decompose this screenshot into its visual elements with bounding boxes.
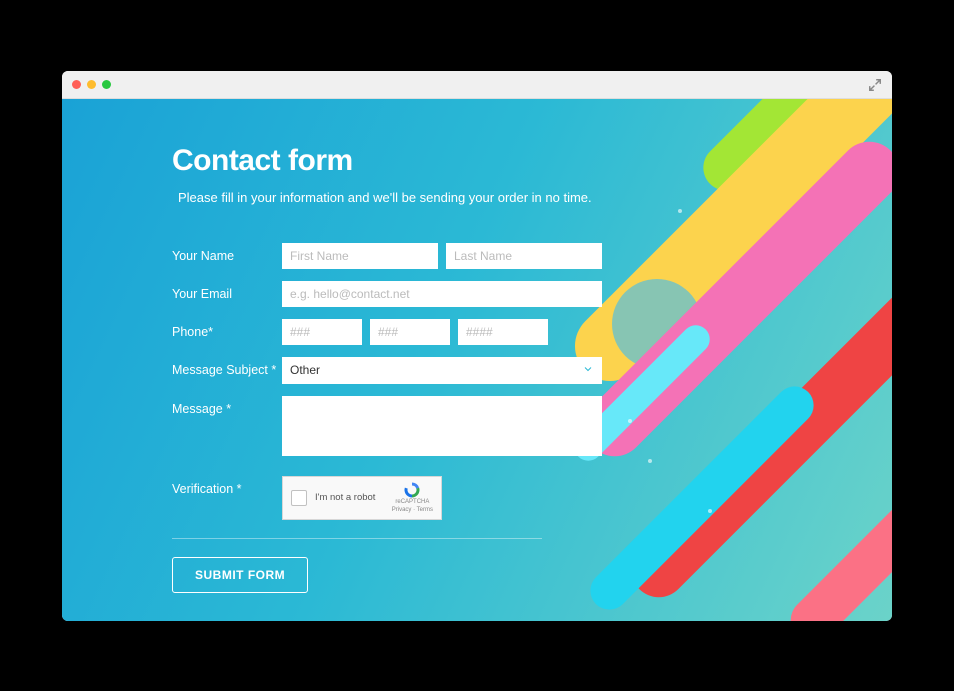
row-email: Your Email <box>172 281 602 307</box>
divider <box>172 538 542 539</box>
row-verification: Verification * I'm not a robot reCAPTCHA… <box>172 476 602 520</box>
verification-label: Verification * <box>172 476 282 496</box>
name-label: Your Name <box>172 243 282 263</box>
last-name-field[interactable] <box>446 243 602 269</box>
email-field[interactable] <box>282 281 602 307</box>
contact-form: Contact form Please fill in your informa… <box>172 144 602 593</box>
page-title: Contact form <box>172 144 602 178</box>
maximize-icon[interactable] <box>102 80 111 89</box>
subject-select[interactable]: Other <box>282 357 602 384</box>
row-subject: Message Subject * Other <box>172 357 602 384</box>
chevron-down-icon <box>582 363 594 378</box>
phone-prefix-field[interactable] <box>370 319 450 345</box>
row-phone: Phone* <box>172 319 602 345</box>
recaptcha-checkbox[interactable] <box>291 490 307 506</box>
row-name: Your Name <box>172 243 602 269</box>
subject-label: Message Subject * <box>172 357 282 377</box>
page-subtitle: Please fill in your information and we'l… <box>172 190 602 205</box>
browser-window: Contact form Please fill in your informa… <box>62 71 892 621</box>
submit-button[interactable]: SUBMIT FORM <box>172 557 308 593</box>
email-label: Your Email <box>172 281 282 301</box>
minimize-icon[interactable] <box>87 80 96 89</box>
message-label: Message * <box>172 396 282 416</box>
close-icon[interactable] <box>72 80 81 89</box>
expand-icon[interactable] <box>868 78 882 92</box>
recaptcha-widget[interactable]: I'm not a robot reCAPTCHA Privacy · Term… <box>282 476 442 520</box>
first-name-field[interactable] <box>282 243 438 269</box>
window-titlebar <box>62 71 892 99</box>
phone-line-field[interactable] <box>458 319 548 345</box>
page-content: Contact form Please fill in your informa… <box>62 99 892 621</box>
recaptcha-logo-icon: reCAPTCHA Privacy · Terms <box>392 481 433 513</box>
recaptcha-text: I'm not a robot <box>315 492 384 503</box>
phone-label: Phone* <box>172 319 282 339</box>
traffic-lights <box>72 80 111 89</box>
row-message: Message * <box>172 396 602 456</box>
subject-selected: Other <box>290 363 320 377</box>
message-field[interactable] <box>282 396 602 456</box>
phone-area-field[interactable] <box>282 319 362 345</box>
